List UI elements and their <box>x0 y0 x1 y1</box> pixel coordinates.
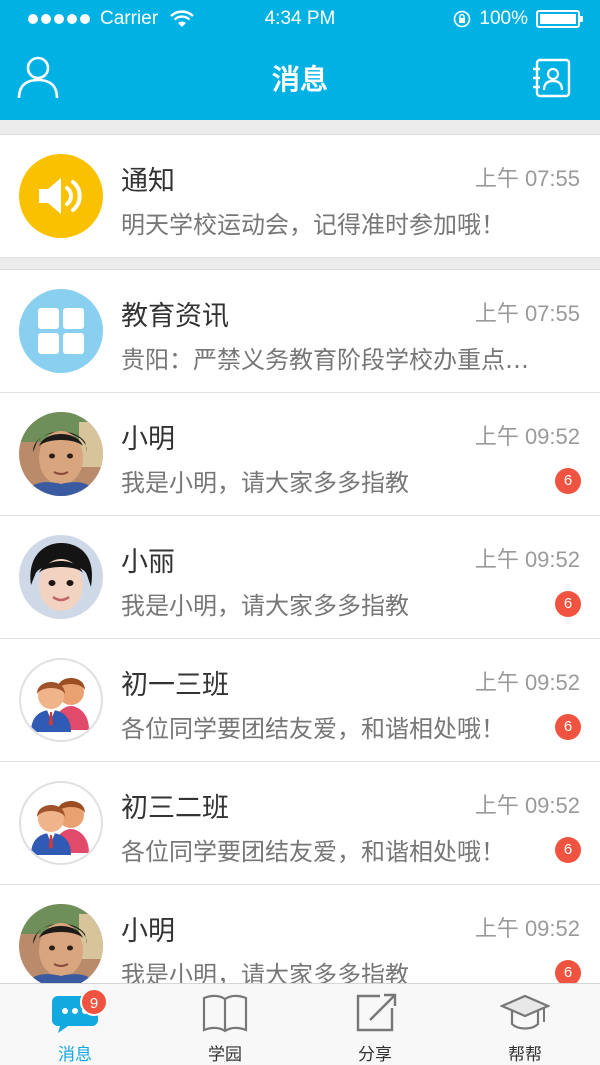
message-time: 上午 09:52 <box>474 793 580 818</box>
tab-share[interactable]: 分享 <box>300 984 450 1065</box>
unread-badge: 6 <box>555 591 581 617</box>
message-preview: 我是小明，请大家多多指教 <box>121 469 409 497</box>
message-title: 通知 <box>121 166 175 197</box>
unread-badge: 6 <box>555 960 581 983</box>
tab-label: 消息 <box>58 1045 92 1065</box>
message-time: 上午 09:52 <box>474 670 580 695</box>
message-title: 小明 <box>121 916 175 947</box>
message-item-xiaoli[interactable]: 小丽 上午 09:52 我是小明，请大家多多指教 6 <box>0 516 600 639</box>
battery-percentage: 100% <box>479 8 528 29</box>
message-preview: 各位同学要团结友爱，和谐相处哦！ <box>121 715 505 743</box>
message-item-class-3-2[interactable]: 初三二班 上午 09:52 各位同学要团结友爱，和谐相处哦！ 6 <box>0 762 600 885</box>
top-bar: Carrier 4:34 PM 100% 消息 <box>0 0 600 120</box>
group-icon <box>19 781 103 865</box>
grid-icon <box>19 289 103 373</box>
unread-badge: 6 <box>555 714 581 740</box>
message-preview: 我是小明，请大家多多指教 <box>121 592 409 620</box>
message-preview: 贵阳：严禁义务教育阶段学校办重点… <box>121 346 529 374</box>
message-item-notice[interactable]: 通知 上午 07:55 明天学校运动会，记得准时参加哦！ <box>0 135 600 258</box>
message-item-xiaoming-2[interactable]: 小明 上午 09:52 我是小明，请大家多多指教 6 <box>0 885 600 983</box>
graduation-cap-icon <box>500 994 550 1030</box>
message-title: 小明 <box>121 424 175 455</box>
message-title: 初一三班 <box>121 670 229 701</box>
section-divider <box>0 120 600 135</box>
message-preview: 我是小明，请大家多多指教 <box>121 961 409 983</box>
tab-help[interactable]: 帮帮 <box>450 984 600 1065</box>
book-icon <box>202 994 248 1033</box>
status-bar: Carrier 4:34 PM 100% <box>0 0 600 40</box>
contacts-icon[interactable] <box>532 58 572 98</box>
message-item-xiaoming[interactable]: 小明 上午 09:52 我是小明，请大家多多指教 6 <box>0 393 600 516</box>
message-preview: 各位同学要团结友爱，和谐相处哦！ <box>121 838 505 866</box>
tab-label: 帮帮 <box>508 1045 542 1065</box>
boy-photo <box>19 412 103 496</box>
girl-photo <box>19 535 103 619</box>
rotation-lock-icon <box>454 10 471 28</box>
message-title: 教育资讯 <box>121 301 229 332</box>
message-time: 上午 07:55 <box>474 166 580 191</box>
nav-bar: 消息 <box>0 40 600 120</box>
message-item-education-news[interactable]: 教育资讯 上午 07:55 贵阳：严禁义务教育阶段学校办重点… <box>0 270 600 393</box>
message-title: 初三二班 <box>121 793 229 824</box>
section-divider <box>0 258 600 270</box>
message-title: 小丽 <box>121 547 175 578</box>
tab-messages[interactable]: 9 消息 <box>0 984 150 1065</box>
battery-icon <box>536 10 583 28</box>
message-list[interactable]: 通知 上午 07:55 明天学校运动会，记得准时参加哦！ 教育资讯 上午 07:… <box>0 120 600 983</box>
message-time: 上午 07:55 <box>474 301 580 326</box>
speaker-icon <box>19 154 103 238</box>
message-time: 上午 09:52 <box>474 424 580 449</box>
tab-label: 分享 <box>358 1045 392 1065</box>
page-title: 消息 <box>271 63 328 96</box>
message-time: 上午 09:52 <box>474 547 580 572</box>
group-icon <box>19 658 103 742</box>
unread-badge: 6 <box>555 837 581 863</box>
share-icon <box>356 993 397 1032</box>
message-preview: 明天学校运动会，记得准时参加哦！ <box>121 211 505 239</box>
unread-badge: 6 <box>555 468 581 494</box>
tab-campus[interactable]: 学园 <box>150 984 300 1065</box>
message-item-class-1-3[interactable]: 初一三班 上午 09:52 各位同学要团结友爱，和谐相处哦！ 6 <box>0 639 600 762</box>
tab-label: 学园 <box>208 1045 242 1065</box>
message-time: 上午 09:52 <box>474 916 580 941</box>
boy-photo <box>19 904 103 983</box>
tab-bar: 9 消息 学园 分享 帮帮 <box>0 983 600 1065</box>
tab-unread-badge: 9 <box>80 988 108 1016</box>
